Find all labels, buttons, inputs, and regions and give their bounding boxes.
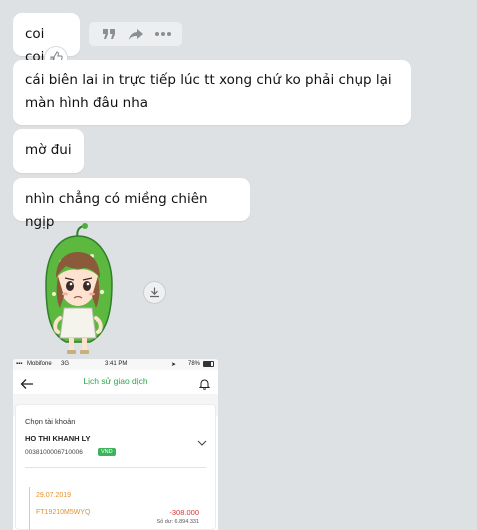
more-icon[interactable] — [152, 24, 174, 44]
forward-icon[interactable] — [125, 24, 147, 44]
screen-title: Lịch sử giao dịch — [83, 376, 148, 386]
signal-icon: ▪▪▪ — [16, 361, 23, 367]
location-icon: ➤ — [171, 362, 177, 368]
message-bubble[interactable]: cái biên lai in trực tiếp lúc tt xong ch… — [13, 60, 411, 125]
currency-badge: VND — [98, 448, 116, 456]
time-label: 3:41 PM — [105, 361, 128, 367]
transaction-date: 29.07.2019 — [36, 492, 72, 499]
account-card: Chọn tài khoản HO THI KHANH LY 003810000… — [15, 404, 216, 530]
phone-status-bar: ▪▪▪ Mobifone 3G 3:41 PM ➤ 78% — [13, 359, 218, 370]
message-bubble[interactable]: mờ đui — [13, 129, 84, 173]
transaction-ref: FT19210M5WYQ — [36, 509, 91, 516]
sticker-image[interactable] — [40, 222, 116, 356]
battery-label: 78% — [188, 361, 201, 367]
transaction-balance: Số dư: 6.894.331 — [156, 519, 199, 525]
download-icon[interactable] — [143, 281, 166, 304]
image-attachment[interactable]: ▪▪▪ Mobifone 3G 3:41 PM ➤ 78% Lịch sử gi… — [13, 359, 218, 530]
quote-icon[interactable] — [98, 24, 120, 44]
message-action-bar — [89, 22, 182, 46]
message-bubble[interactable]: nhìn chẳng có miềng chiên ngịp — [13, 178, 250, 230]
transaction-amount: -308.000 — [169, 508, 199, 517]
network-label: 3G — [61, 361, 70, 367]
account-number: 0038100006710006 — [25, 449, 83, 456]
message-text: mờ đui — [25, 142, 72, 158]
battery-icon — [203, 361, 214, 367]
phone-nav-bar: Lịch sử giao dịch — [13, 370, 218, 394]
account-owner: HO THI KHANH LY — [25, 434, 91, 443]
chevron-down-icon — [197, 431, 207, 450]
message-text: cái biên lai in trực tiếp lúc tt xong ch… — [25, 72, 392, 111]
choose-account-label: Chọn tài khoản — [25, 417, 76, 426]
bell-icon — [198, 375, 211, 394]
carrier-label: Mobifone — [27, 361, 52, 367]
